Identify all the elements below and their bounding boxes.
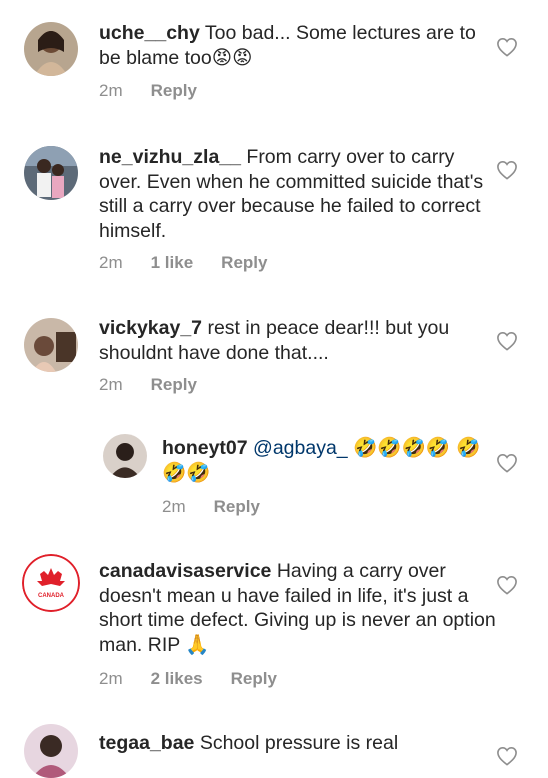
comment-meta: 2m Reply [162, 497, 288, 517]
like-heart-icon[interactable] [496, 453, 518, 473]
folded-hands-emoji: 🙏 [185, 632, 210, 656]
avatar[interactable] [24, 724, 78, 778]
comment-body: School pressure is real [199, 732, 399, 754]
comment-username[interactable]: ne_vizhu_zla__ [99, 146, 241, 168]
comment-time: 2m [99, 253, 123, 272]
avatar[interactable] [24, 146, 78, 200]
like-heart-icon[interactable] [496, 746, 518, 766]
comment-text: canadavisaservice Having a carry over do… [99, 559, 499, 657]
comment-username[interactable]: honeyt07 [162, 437, 248, 459]
comment-meta: 2m 2 likes Reply [99, 669, 305, 689]
like-heart-icon[interactable] [496, 575, 518, 595]
comment-time: 2m [99, 375, 123, 394]
comment-username[interactable]: uche__chy [99, 22, 200, 44]
avatar[interactable]: CANADA [22, 554, 80, 612]
comment-text: vickykay_7 rest in peace dear!!! but you… [99, 316, 499, 365]
mention-link[interactable]: @agbaya_ [253, 437, 348, 459]
comment-text: honeyt07 @agbaya_ 🤣🤣🤣🤣 🤣🤣🤣 [162, 436, 492, 485]
like-heart-icon[interactable] [496, 331, 518, 351]
reply-button[interactable]: Reply [221, 253, 267, 272]
comment-text: ne_vizhu_zla__ From carry over to carry … [99, 145, 499, 243]
comment-time: 2m [99, 669, 123, 688]
comment-meta: 2m 1 like Reply [99, 253, 295, 273]
reply-button[interactable]: Reply [214, 497, 260, 516]
reply-button[interactable]: Reply [231, 669, 277, 688]
avatar[interactable] [24, 318, 78, 372]
comment-time: 2m [162, 497, 186, 516]
like-heart-icon[interactable] [496, 160, 518, 180]
avatar[interactable] [24, 22, 78, 76]
like-heart-icon[interactable] [496, 37, 518, 57]
likes-count[interactable]: 1 like [151, 253, 194, 272]
comment-username[interactable]: vickykay_7 [99, 317, 202, 339]
comment-meta: 2m Reply [99, 375, 225, 395]
angry-face-emoji: 😡😡 [211, 45, 253, 69]
comment-meta: 2m Reply [99, 81, 225, 101]
avatar[interactable] [103, 434, 147, 478]
likes-count[interactable]: 2 likes [151, 669, 203, 688]
comment-text: uche__chy Too bad... Some lectures are t… [99, 21, 499, 70]
comment-time: 2m [99, 81, 123, 100]
reply-button[interactable]: Reply [151, 375, 197, 394]
comment-username[interactable]: canadavisaservice [99, 560, 271, 582]
reply-button[interactable]: Reply [151, 81, 197, 100]
comment-username[interactable]: tegaa_bae [99, 732, 194, 754]
avatar-brand-label: CANADA [38, 593, 65, 599]
comment-text: tegaa_bae School pressure is real [99, 731, 499, 756]
